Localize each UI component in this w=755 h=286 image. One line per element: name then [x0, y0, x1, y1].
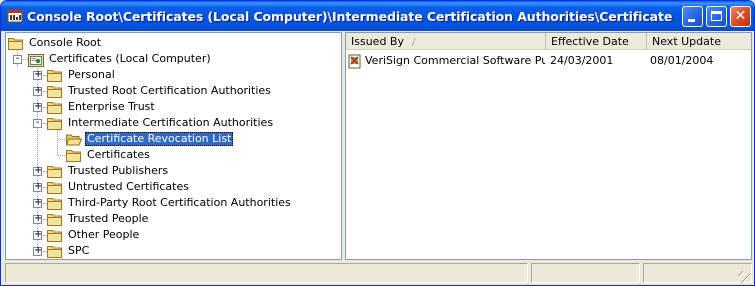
tree-item-label: Third-Party Root Certification Authoriti…: [68, 196, 291, 209]
tree-item[interactable]: + Other People: [6, 227, 341, 243]
column-header-next-update[interactable]: Next Update: [647, 33, 747, 50]
tree-item[interactable]: - Intermediate Certification Authorities: [6, 115, 341, 131]
expand-icon[interactable]: +: [33, 101, 42, 112]
expand-icon[interactable]: +: [33, 165, 42, 176]
tree-pane[interactable]: Console Root - Certificates (Local Compute…: [5, 32, 342, 260]
status-bar: [5, 263, 752, 285]
column-header-issued-by[interactable]: Issued By /: [346, 33, 546, 50]
folder-icon: [47, 197, 63, 210]
tree-item-label: Trusted Root Certification Authorities: [68, 84, 271, 97]
collapse-icon[interactable]: -: [33, 117, 42, 128]
column-header-effective-date[interactable]: Effective Date: [546, 33, 647, 50]
tree-item[interactable]: + Trusted Publishers: [6, 163, 341, 179]
mmc-window: Console Root\Certificates (Local Compute…: [0, 0, 755, 286]
folder-icon: [47, 181, 63, 194]
status-segment-main: [5, 263, 528, 283]
minimize-button[interactable]: [682, 6, 703, 27]
expand-icon[interactable]: +: [33, 69, 42, 80]
status-segment-2: [531, 263, 640, 283]
tree-item[interactable]: Certificate Revocation List: [6, 131, 341, 147]
tree-item[interactable]: - Certificates (Local Computer): [6, 51, 341, 67]
tree-item-label: Certificates (Local Computer): [49, 52, 211, 65]
tree-item-label: Personal: [68, 68, 115, 81]
status-segment-3: [643, 263, 752, 283]
crl-file-icon: [348, 54, 361, 69]
expand-icon[interactable]: +: [33, 85, 42, 96]
window-title: Console Root\Certificates (Local Compute…: [27, 9, 677, 24]
close-icon: ✕: [734, 8, 747, 24]
tree-item[interactable]: + Third-Party Root Certification Authorit…: [6, 195, 341, 211]
tree-item-label: Trusted Publishers: [68, 164, 169, 177]
expand-icon[interactable]: +: [33, 181, 42, 192]
tree-item-label: Enterprise Trust: [68, 100, 155, 113]
sort-indicator-icon: /: [411, 37, 416, 48]
expand-icon[interactable]: +: [33, 213, 42, 224]
tree-item-label: Intermediate Certification Authorities: [68, 116, 274, 129]
tree-item[interactable]: Console Root: [6, 35, 341, 51]
tree-item[interactable]: + Enterprise Trust: [6, 99, 341, 115]
tree-item-label: Other People: [68, 228, 140, 241]
minimize-icon: [688, 19, 695, 22]
folder-icon: [47, 213, 63, 226]
certificate-store-icon: [28, 53, 44, 67]
cell-next-update: 08/01/2004: [650, 54, 714, 67]
cell-issued-by: VeriSign Commercial Software Publ...: [365, 54, 545, 67]
list-row[interactable]: VeriSign Commercial Software Publ... 24/…: [346, 53, 751, 69]
expand-icon[interactable]: +: [33, 245, 42, 256]
folder-icon: [47, 101, 63, 114]
tree-item[interactable]: + Trusted People: [6, 211, 341, 227]
collapse-icon[interactable]: -: [13, 53, 22, 64]
close-button[interactable]: ✕: [730, 6, 751, 27]
expand-icon[interactable]: +: [33, 229, 42, 240]
mmc-console-icon: [7, 9, 23, 23]
tree-item[interactable]: + Trusted Root Certification Authorities: [6, 83, 341, 99]
folder-icon: [47, 245, 63, 258]
maximize-button[interactable]: [706, 6, 727, 27]
folder-icon: [47, 85, 63, 98]
maximize-icon: [711, 11, 722, 21]
tree-item-label: Certificate Revocation List: [85, 132, 234, 146]
folder-icon: [47, 229, 63, 242]
tree-item-label: Certificates: [87, 148, 150, 161]
resize-grip[interactable]: [738, 271, 750, 283]
expand-icon[interactable]: +: [33, 197, 42, 208]
cell-effective-date: 24/03/2001: [550, 54, 614, 67]
tree-item[interactable]: Certificates: [6, 147, 341, 163]
column-label-effective-date: Effective Date: [551, 35, 629, 48]
tree-item-label: Console Root: [29, 36, 102, 49]
folder-icon: [47, 69, 63, 82]
folder-icon: [47, 165, 63, 178]
tree-connector-line: [58, 139, 65, 140]
tree-item[interactable]: + Untrusted Certificates: [6, 179, 341, 195]
column-label-issued-by: Issued By: [351, 35, 404, 48]
folder-open-icon: [65, 133, 83, 146]
list-header: Issued By / Effective Date Next Update: [346, 33, 751, 50]
folder-icon: [47, 117, 63, 130]
tree-item-label: Untrusted Certificates: [68, 180, 189, 193]
tree-connector-line: [58, 155, 65, 156]
tree-item[interactable]: + SPC: [6, 243, 341, 259]
column-label-next-update: Next Update: [652, 35, 721, 48]
list-pane[interactable]: Issued By / Effective Date Next Update Ve…: [345, 32, 752, 260]
tree-item[interactable]: + Personal: [6, 67, 341, 83]
tree-item-label: Trusted People: [68, 212, 149, 225]
tree-item-label: SPC: [68, 244, 90, 257]
folder-icon: [8, 37, 24, 50]
folder-icon: [66, 149, 82, 162]
title-bar[interactable]: Console Root\Certificates (Local Compute…: [1, 1, 754, 31]
